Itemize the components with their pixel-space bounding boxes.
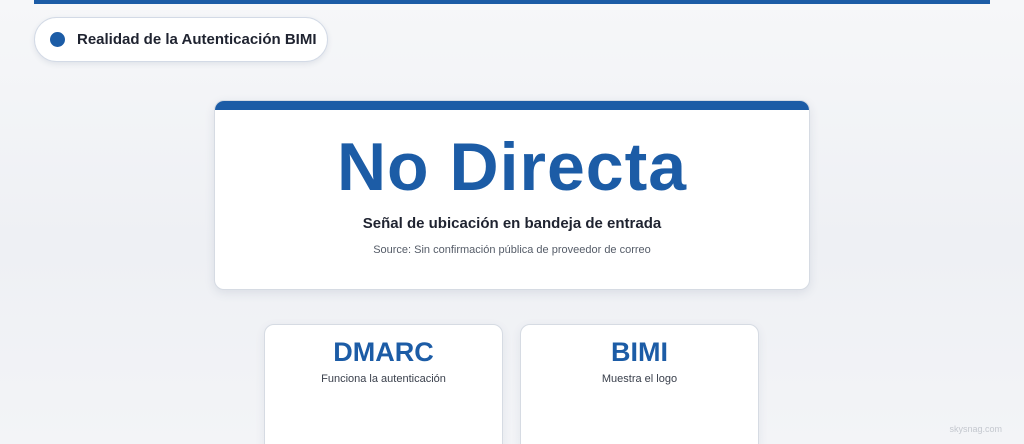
bullet-dot-icon <box>50 32 65 47</box>
dmarc-card-description: Funciona la autenticación <box>321 373 446 385</box>
hero-card-accent-band <box>215 101 809 110</box>
hero-source: Source: Sin confirmación pública de prov… <box>373 244 651 256</box>
top-accent-bar <box>34 0 990 4</box>
watermark: skysnag.com <box>949 424 1002 434</box>
dmarc-card-title: DMARC <box>333 337 434 367</box>
dmarc-card: DMARC Funciona la autenticación <box>264 324 503 444</box>
bimi-card-title: BIMI <box>611 337 668 367</box>
bimi-card-description: Muestra el logo <box>601 373 678 385</box>
hero-value: No Directa <box>336 129 688 205</box>
hero-stat-card: No Directa Señal de ubicación en bandeja… <box>214 100 810 290</box>
bimi-card: BIMI Muestra el logo <box>520 324 759 444</box>
hero-subtitle: Señal de ubicación en bandeja de entrada <box>362 215 662 232</box>
section-title-pill: Realidad de la Autenticación BIMI <box>34 17 328 62</box>
section-title: Realidad de la Autenticación BIMI <box>77 31 317 48</box>
